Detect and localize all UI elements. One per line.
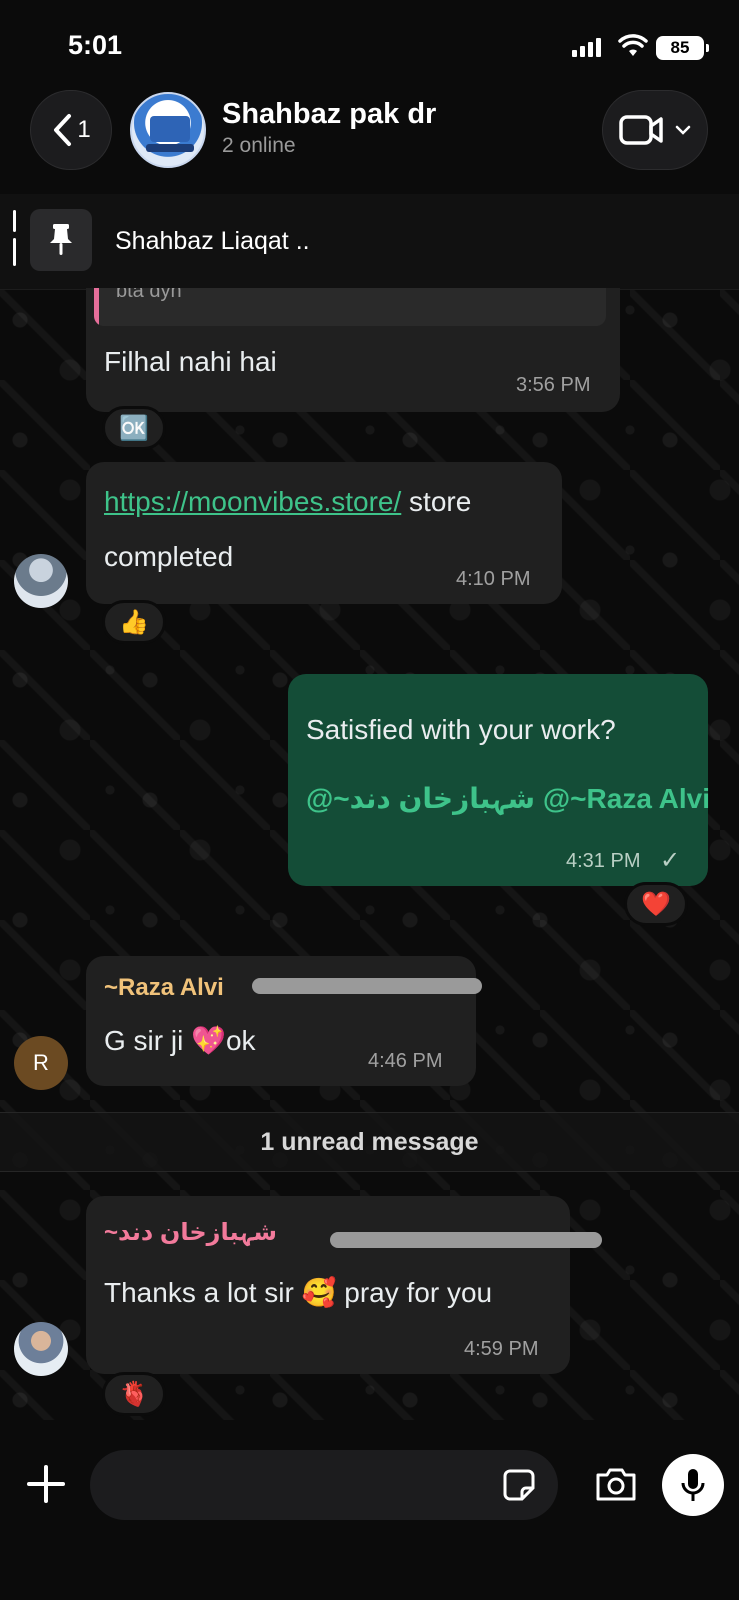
message-time: 3:56 PM bbox=[516, 374, 591, 396]
message-time: 4:10 PM bbox=[456, 568, 531, 590]
pinned-message-text: Shahbaz Liaqat .. bbox=[115, 227, 310, 255]
chevron-down-icon bbox=[675, 125, 691, 135]
back-unread-count: 1 bbox=[77, 116, 91, 143]
quoted-message[interactable]: bta dyn bbox=[94, 288, 606, 326]
message-text: Satisfied with your work? bbox=[306, 714, 616, 745]
message-sender[interactable]: ~شہبازخان دند bbox=[104, 1218, 277, 1247]
message-link[interactable]: https://moonvibes.store/ bbox=[104, 486, 401, 517]
pin-indicator bbox=[13, 210, 16, 272]
quoted-text: bta dyn bbox=[116, 288, 182, 302]
message-reaction[interactable]: ❤️ bbox=[624, 882, 688, 926]
status-bar: 5:01 85 bbox=[0, 0, 739, 88]
message-bubble[interactable]: ~شہبازخان دند Thanks a lot sir 🥰 pray fo… bbox=[86, 1196, 602, 1374]
wifi-icon bbox=[618, 34, 648, 56]
message-mentions: @~شہبازخان دند @~Raza Alvi bbox=[306, 782, 710, 815]
sender-avatar[interactable] bbox=[14, 554, 68, 608]
unread-divider: 1 unread message bbox=[0, 1112, 739, 1172]
message-time: 4:31 PM bbox=[566, 850, 641, 872]
message-time: 4:59 PM bbox=[464, 1338, 539, 1360]
redacted-name bbox=[252, 978, 482, 994]
back-chevron-icon bbox=[54, 114, 72, 146]
message-input[interactable] bbox=[90, 1450, 558, 1520]
chat-subtitle: 2 online bbox=[222, 134, 296, 157]
chat-title[interactable]: Shahbaz pak dr bbox=[222, 98, 436, 131]
chat-header: 1 Shahbaz pak dr 2 online bbox=[0, 88, 739, 180]
mention-shahbaz[interactable]: @~شہبازخان دند bbox=[306, 783, 535, 814]
battery-indicator: 85 bbox=[656, 36, 709, 60]
plus-icon[interactable] bbox=[24, 1462, 68, 1506]
signal-icon bbox=[572, 37, 601, 57]
message-bubble[interactable]: https://moonvibes.store/ store completed… bbox=[86, 462, 562, 604]
message-bubble-outgoing[interactable]: Satisfied with your work? @~شہبازخان دند… bbox=[288, 674, 710, 886]
sent-check-icon: ✓ bbox=[660, 847, 681, 874]
message-input-bar bbox=[0, 1420, 739, 1600]
pin-icon bbox=[50, 224, 72, 255]
pinned-message-bar[interactable]: Shahbaz Liaqat .. bbox=[0, 194, 739, 290]
message-text: Filhal nahi hai bbox=[104, 346, 277, 377]
message-reaction[interactable]: 🆗 bbox=[102, 406, 166, 450]
message-text: https://moonvibes.store/ store bbox=[104, 486, 471, 518]
redacted-name bbox=[330, 1232, 602, 1248]
camera-icon[interactable] bbox=[594, 1466, 638, 1502]
message-bubble[interactable]: ~Raza Alvi G sir ji 💖ok 4:46 PM bbox=[86, 956, 482, 1086]
message-text: G sir ji 💖ok bbox=[104, 1025, 256, 1056]
back-button[interactable]: 1 bbox=[30, 90, 112, 170]
message-reaction[interactable]: 🫀 bbox=[102, 1372, 166, 1416]
sender-avatar[interactable] bbox=[14, 1322, 68, 1376]
video-call-button[interactable] bbox=[602, 90, 708, 170]
mention-raza[interactable]: @~Raza Alvi bbox=[543, 783, 710, 814]
unread-divider-text: 1 unread message bbox=[260, 1127, 479, 1156]
message-text: Thanks a lot sir 🥰 pray for you bbox=[104, 1277, 493, 1308]
sender-avatar-initial[interactable]: R bbox=[14, 1036, 68, 1090]
mic-button[interactable] bbox=[662, 1454, 724, 1516]
group-avatar[interactable] bbox=[130, 92, 206, 168]
message-bubble[interactable]: bta dyn Filhal nahi hai 3:56 PM bbox=[86, 288, 620, 412]
sticker-icon[interactable] bbox=[502, 1468, 536, 1502]
mic-icon bbox=[681, 1469, 705, 1501]
status-time: 5:01 bbox=[68, 30, 123, 60]
message-reaction[interactable]: 👍 bbox=[102, 600, 166, 644]
pin-box bbox=[30, 209, 92, 271]
message-text-line2: completed bbox=[104, 541, 234, 572]
message-text-after-link: store bbox=[401, 486, 472, 517]
message-time: 4:46 PM bbox=[368, 1050, 443, 1072]
message-sender[interactable]: ~Raza Alvi bbox=[104, 974, 224, 1002]
video-call-icon bbox=[619, 115, 663, 145]
